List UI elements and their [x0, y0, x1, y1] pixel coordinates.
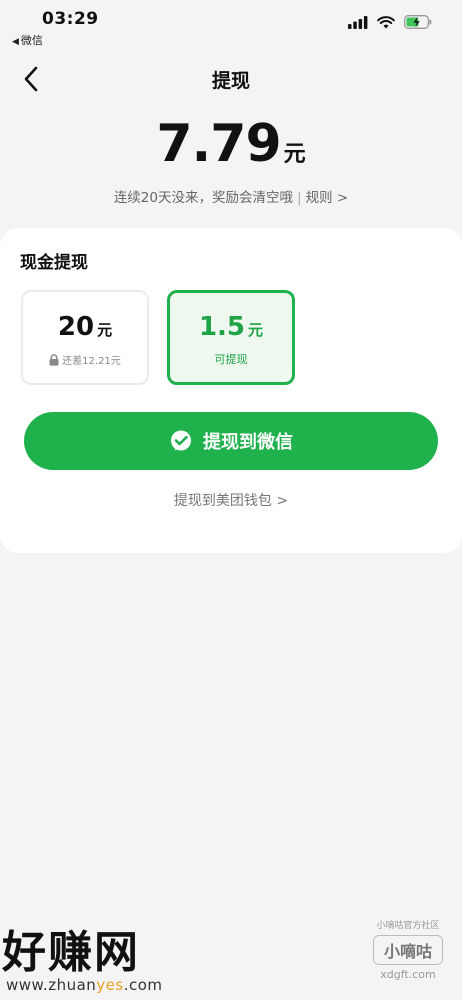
watermark-left: 好赚网 www.zhuanyes.com	[2, 916, 202, 996]
watermark-right: 小嘀咕官方社区 小嘀咕 xdgft.com	[368, 918, 448, 981]
option-amount-unit: 元	[97, 321, 113, 339]
withdraw-option-1-5[interactable]: 1.5 元 可提现	[167, 290, 295, 385]
option-amount: 1.5 元	[170, 312, 292, 342]
balance-display: 7.79 元	[0, 114, 462, 174]
clock: 03:29	[42, 9, 99, 29]
watermark-domain: xdgft.com	[380, 968, 436, 981]
battery-charging-icon	[404, 15, 432, 29]
option-amount-value: 20	[57, 312, 95, 342]
section-title: 现金提现	[20, 253, 88, 273]
option-status: 可提现	[170, 351, 292, 367]
signal-icon	[348, 15, 368, 29]
lock-icon	[49, 353, 59, 366]
withdraw-to-wechat-button[interactable]: 提现到微信	[24, 412, 438, 470]
watermark-community-text: 小嘀咕官方社区	[376, 921, 440, 931]
option-status: 还差12.21元	[23, 352, 147, 367]
option-status-text: 可提现	[214, 353, 248, 366]
status-icons	[348, 15, 432, 29]
option-status-text: 还差12.21元	[62, 356, 121, 367]
balance-value: 7.79	[156, 114, 281, 174]
option-amount-value: 1.5	[198, 312, 246, 342]
option-amount-unit: 元	[248, 321, 264, 339]
watermark-logo-text: 好赚网	[2, 927, 140, 978]
watermark-url-pre: www.zhuan	[6, 976, 97, 994]
status-bar: 03:29 ◀ 微信	[0, 0, 462, 50]
watermark-url-highlight: yes	[96, 976, 124, 994]
back-triangle-icon: ◀	[12, 37, 19, 47]
rules-link[interactable]: 规则 >	[306, 190, 349, 206]
watermark-logo-box: 小嘀咕	[373, 935, 443, 965]
watermark-url-post: .com	[123, 976, 163, 994]
wechat-button-label: 提现到微信	[203, 432, 293, 453]
wifi-icon	[377, 15, 395, 28]
notice-text: 连续20天没来，奖励会清空哦	[113, 190, 293, 206]
back-app-label: 微信	[20, 34, 43, 47]
balance-unit: 元	[283, 142, 306, 167]
withdraw-card: 现金提现 20 元 还差12.21元 1.5 元 可提现 提现到微信 提现到美团钱包…	[0, 228, 462, 553]
page-title: 提现	[211, 70, 250, 92]
expiry-notice: 连续20天没来，奖励会清空哦 | 规则 >	[0, 186, 462, 206]
option-amount: 20 元	[23, 312, 147, 342]
wechat-pay-icon	[171, 430, 191, 451]
watermark-url: www.zhuanyes.com	[6, 976, 202, 994]
nav-bar: 提现	[0, 56, 462, 102]
withdraw-to-meituan-wallet-link[interactable]: 提现到美团钱包 >	[0, 490, 462, 510]
back-to-app-link[interactable]: ◀ 微信	[12, 32, 43, 48]
withdraw-option-20[interactable]: 20 元 还差12.21元	[21, 290, 149, 385]
divider: |	[297, 190, 302, 206]
